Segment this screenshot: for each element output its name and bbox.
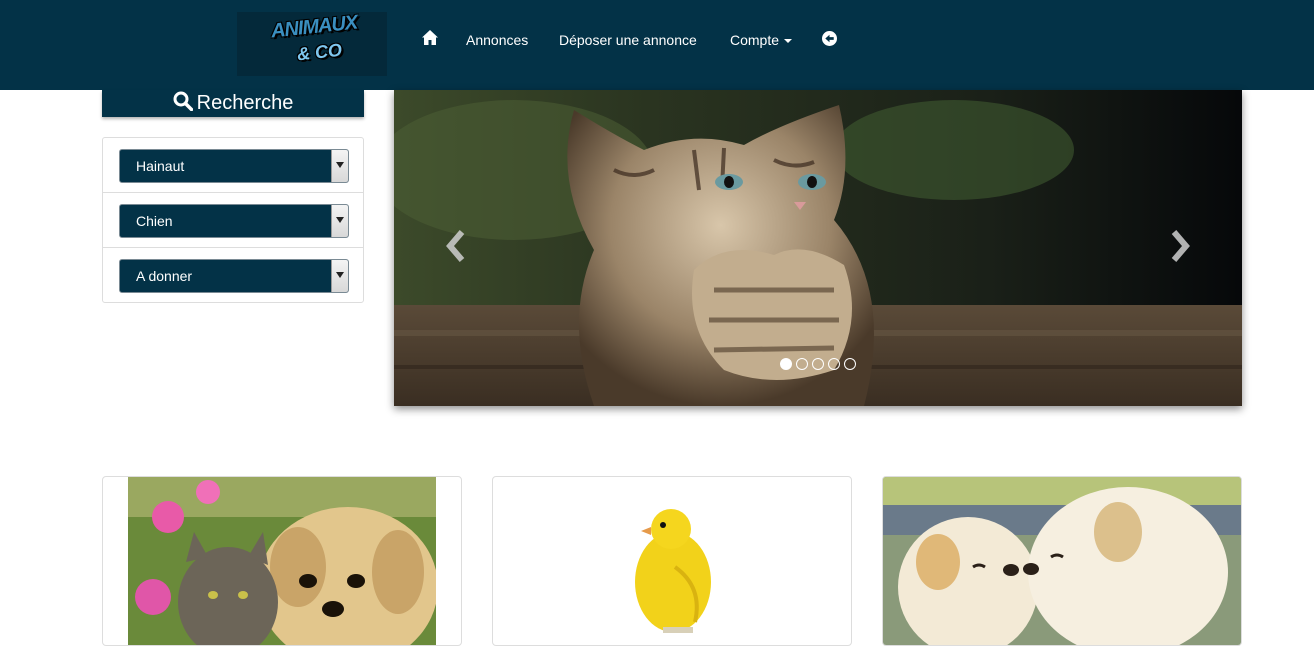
chevron-right-icon [1171, 230, 1190, 262]
animal-type-select[interactable]: Chien [119, 204, 349, 238]
search-panel-header: Recherche [102, 90, 364, 117]
navbar: ANIMAUX & CO Annonces Déposer une annonc… [0, 0, 1314, 90]
annonce-image-canary [635, 509, 711, 633]
circle-arrow-left-icon [822, 31, 837, 46]
carousel-indicators [780, 358, 856, 370]
nav-compte-label: Compte [730, 32, 780, 48]
nav-annonces[interactable]: Annonces [466, 32, 528, 48]
chevron-left-icon [446, 230, 465, 262]
carousel-indicator-4[interactable] [828, 358, 840, 370]
caret-down-icon [784, 39, 793, 44]
region-select-value: Hainaut [136, 158, 185, 174]
carousel-prev-button[interactable] [444, 230, 468, 267]
offer-type-select[interactable]: A donner [119, 259, 349, 293]
filter-row-offer: A donner [103, 248, 363, 303]
carousel-indicator-2[interactable] [796, 358, 808, 370]
nav-logout[interactable] [822, 31, 837, 49]
home-icon [422, 30, 438, 45]
image-carousel [394, 90, 1242, 406]
select-arrow-icon [331, 205, 348, 237]
animal-type-select-value: Chien [136, 213, 173, 229]
nav-compte-dropdown[interactable]: Compte [730, 32, 793, 48]
annonce-card-2[interactable] [492, 476, 852, 646]
carousel-indicator-5[interactable] [844, 358, 856, 370]
search-filters: Hainaut Chien A donner [102, 137, 364, 303]
filter-row-animal: Chien [103, 193, 363, 248]
annonce-card-3[interactable] [882, 476, 1242, 646]
region-select[interactable]: Hainaut [119, 149, 349, 183]
brand-logo-line2: & CO [296, 39, 343, 65]
offer-type-select-value: A donner [136, 268, 193, 284]
brand-logo[interactable]: ANIMAUX & CO [237, 12, 387, 76]
select-arrow-icon [331, 150, 348, 182]
search-panel-title: Recherche [196, 92, 294, 114]
search-icon [173, 91, 193, 112]
filter-row-region: Hainaut [103, 138, 363, 193]
annonce-card-1[interactable] [102, 476, 462, 646]
carousel-next-button[interactable] [1168, 230, 1192, 267]
select-arrow-icon [331, 260, 348, 292]
brand-logo-line1: ANIMAUX [270, 11, 359, 43]
carousel-indicator-1[interactable] [780, 358, 792, 370]
nav-deposer-annonce[interactable]: Déposer une annonce [559, 32, 697, 48]
nav-home[interactable] [422, 30, 438, 48]
annonce-image-puppy-kitten [128, 477, 436, 645]
carousel-indicator-3[interactable] [812, 358, 824, 370]
annonce-image-white-puppies [883, 477, 1241, 645]
